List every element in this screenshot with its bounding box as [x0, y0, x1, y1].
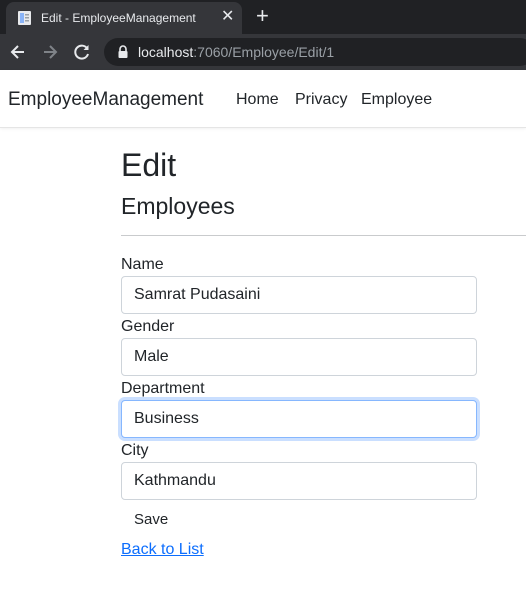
nav-link-privacy[interactable]: Privacy: [295, 91, 347, 109]
lock-icon: [118, 45, 128, 58]
department-label: Department: [121, 380, 205, 397]
new-tab-button[interactable]: +: [256, 4, 269, 28]
back-to-list-link[interactable]: Back to List: [121, 541, 204, 559]
close-tab-icon[interactable]: ✕: [221, 8, 234, 26]
page-subtitle: Employees: [121, 193, 235, 219]
url-text: localhost:7060/Employee/Edit/1: [138, 44, 334, 60]
nav-link-home[interactable]: Home: [236, 91, 279, 109]
name-field[interactable]: [121, 276, 477, 314]
url-host: localhost: [138, 44, 194, 60]
save-button[interactable]: Save: [134, 511, 168, 528]
app-navbar: EmployeeManagement Home Privacy Employee: [0, 70, 526, 128]
department-field[interactable]: [121, 400, 477, 438]
tab-title: Edit - EmployeeManagement: [41, 11, 196, 25]
browser-toolbar: localhost:7060/Employee/Edit/1: [0, 34, 526, 70]
brand-link[interactable]: EmployeeManagement: [8, 89, 203, 111]
nav-link-employee[interactable]: Employee: [361, 91, 432, 109]
reload-icon[interactable]: [72, 42, 92, 62]
name-label: Name: [121, 256, 164, 273]
city-field[interactable]: [121, 462, 477, 500]
url-path: :7060/Employee/Edit/1: [193, 44, 335, 60]
gender-label: Gender: [121, 318, 175, 335]
page-icon: [18, 11, 31, 25]
browser-tab-strip: Edit - EmployeeManagement ✕ +: [0, 0, 526, 34]
back-arrow-icon[interactable]: [8, 42, 28, 62]
page-title: Edit: [121, 147, 177, 183]
city-label: City: [121, 442, 149, 459]
forward-arrow-icon[interactable]: [40, 42, 60, 62]
address-bar[interactable]: localhost:7060/Employee/Edit/1: [104, 38, 526, 66]
gender-field[interactable]: [121, 338, 477, 376]
divider: [121, 235, 526, 236]
browser-tab[interactable]: Edit - EmployeeManagement ✕: [6, 2, 242, 34]
